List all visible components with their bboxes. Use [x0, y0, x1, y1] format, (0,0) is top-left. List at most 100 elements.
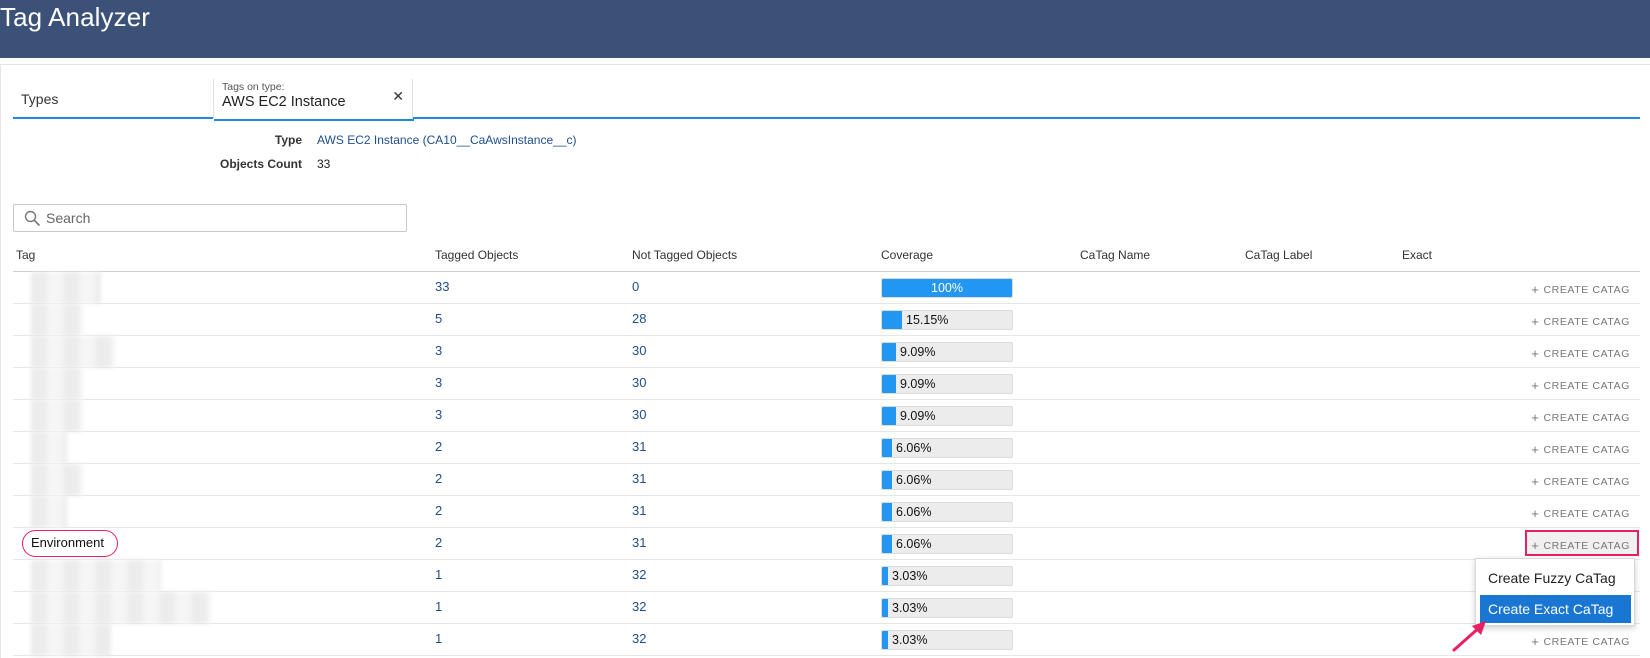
coverage-bar: 9.09%	[881, 406, 1013, 426]
not-tagged-count[interactable]: 32	[632, 631, 646, 646]
tagged-count[interactable]: 2	[435, 535, 442, 550]
create-catag-button[interactable]: + CREATE CATAG	[1531, 505, 1630, 521]
plus-icon: +	[1531, 442, 1540, 457]
tab-types[interactable]: Types	[21, 91, 58, 107]
table-row: 33 0 100% + CREATE CATAG	[13, 272, 1640, 304]
col-exact[interactable]: Exact	[1402, 248, 1432, 262]
coverage-text: 9.09%	[900, 377, 936, 391]
not-tagged-count[interactable]: 0	[632, 279, 639, 294]
redacted-tag	[31, 432, 67, 464]
tab-tags-on-type[interactable]: Tags on type: AWS EC2 Instance ✕	[213, 79, 414, 121]
table-row: 1 32 3.03%	[13, 560, 1640, 592]
col-catag-name[interactable]: CaTag Name	[1080, 248, 1150, 262]
not-tagged-count[interactable]: 31	[632, 439, 646, 454]
coverage-bar: 3.03%	[881, 566, 1013, 586]
plus-icon: +	[1531, 634, 1540, 649]
not-tagged-count[interactable]: 31	[632, 535, 646, 550]
tag-name: Environment	[31, 535, 104, 550]
not-tagged-count[interactable]: 30	[632, 407, 646, 422]
table-row: 1 32 3.03% + CREATE CATAG	[13, 624, 1640, 656]
coverage-bar: 3.03%	[881, 630, 1013, 650]
table-header: Tag Tagged Objects Not Tagged Objects Co…	[13, 244, 1640, 272]
search-box[interactable]	[13, 204, 407, 232]
not-tagged-count[interactable]: 30	[632, 375, 646, 390]
create-catag-button[interactable]: + CREATE CATAG	[1531, 633, 1630, 649]
create-catag-button[interactable]: + CREATE CATAG	[1531, 377, 1630, 393]
tagged-count[interactable]: 1	[435, 599, 442, 614]
plus-icon: +	[1531, 314, 1540, 329]
table-row: 3 30 9.09% + CREATE CATAG	[13, 336, 1640, 368]
table-row: 3 30 9.09% + CREATE CATAG	[13, 400, 1640, 432]
coverage-bar: 9.09%	[881, 342, 1013, 362]
create-catag-menu: Create Fuzzy CaTag Create Exact CaTag	[1475, 558, 1635, 626]
tagged-count[interactable]: 33	[435, 279, 449, 294]
col-not-tagged-objects[interactable]: Not Tagged Objects	[632, 248, 737, 262]
coverage-fill	[882, 631, 888, 649]
table-row: Environment 2 31 6.06% + CREATE CATAG	[13, 528, 1640, 560]
detail-type-value[interactable]: AWS EC2 Instance (CA10__CaAwsInstance__c…	[317, 133, 576, 147]
tagged-count[interactable]: 2	[435, 439, 442, 454]
coverage-fill	[882, 343, 896, 361]
not-tagged-count[interactable]: 28	[632, 311, 646, 326]
coverage-fill	[882, 471, 892, 489]
table-row: 2 31 6.06% + CREATE CATAG	[13, 464, 1640, 496]
plus-icon: +	[1531, 282, 1540, 297]
create-catag-button[interactable]: + CREATE CATAG	[1531, 409, 1630, 425]
create-catag-button[interactable]: + CREATE CATAG	[1531, 537, 1630, 553]
not-tagged-count[interactable]: 30	[632, 343, 646, 358]
col-coverage[interactable]: Coverage	[881, 248, 933, 262]
tab-caption: Tags on type:	[222, 81, 285, 93]
create-catag-label: CREATE CATAG	[1543, 476, 1630, 488]
col-tagged-objects[interactable]: Tagged Objects	[435, 248, 518, 262]
tagged-count[interactable]: 1	[435, 567, 442, 582]
pointer-arrow-annotation	[1452, 621, 1486, 652]
search-input[interactable]	[44, 207, 399, 229]
plus-icon: +	[1531, 346, 1540, 361]
table-row: 2 31 6.06% + CREATE CATAG	[13, 432, 1640, 464]
not-tagged-count[interactable]: 32	[632, 567, 646, 582]
coverage-fill	[882, 407, 896, 425]
coverage-bar: 15.15%	[881, 310, 1013, 330]
tagged-count[interactable]: 2	[435, 503, 442, 518]
not-tagged-count[interactable]: 31	[632, 503, 646, 518]
coverage-text: 100%	[931, 281, 963, 295]
redacted-tag	[31, 368, 83, 400]
tagged-count[interactable]: 3	[435, 375, 442, 390]
table-row: 5 28 15.15% + CREATE CATAG	[13, 304, 1640, 336]
menu-item-create-exact-catag[interactable]: Create Exact CaTag	[1480, 595, 1631, 623]
create-catag-label: CREATE CATAG	[1543, 316, 1630, 328]
tagged-count[interactable]: 5	[435, 311, 442, 326]
create-catag-label: CREATE CATAG	[1543, 348, 1630, 360]
create-catag-label: CREATE CATAG	[1543, 444, 1630, 456]
coverage-bar: 6.06%	[881, 534, 1013, 554]
detail-count-value: 33	[317, 157, 331, 171]
search-icon	[24, 210, 40, 226]
col-catag-label[interactable]: CaTag Label	[1245, 248, 1312, 262]
not-tagged-count[interactable]: 31	[632, 471, 646, 486]
create-catag-label: CREATE CATAG	[1543, 540, 1630, 552]
tagged-count[interactable]: 1	[435, 631, 442, 646]
menu-item-create-fuzzy-catag[interactable]: Create Fuzzy CaTag	[1480, 564, 1631, 592]
create-catag-button[interactable]: + CREATE CATAG	[1531, 313, 1630, 329]
close-icon[interactable]: ✕	[392, 88, 404, 105]
coverage-bar: 100%	[881, 278, 1013, 298]
col-tag[interactable]: Tag	[16, 248, 35, 262]
not-tagged-count[interactable]: 32	[632, 599, 646, 614]
tagged-count[interactable]: 3	[435, 407, 442, 422]
create-catag-button[interactable]: + CREATE CATAG	[1531, 473, 1630, 489]
detail-count-label: Objects Count	[219, 157, 302, 171]
plus-icon: +	[1531, 506, 1540, 521]
plus-icon: +	[1531, 378, 1540, 393]
create-catag-button[interactable]: + CREATE CATAG	[1531, 441, 1630, 457]
coverage-fill	[882, 439, 892, 457]
create-catag-button[interactable]: + CREATE CATAG	[1531, 345, 1630, 361]
tagged-count[interactable]: 2	[435, 471, 442, 486]
app-header: Tag Analyzer	[0, 0, 1650, 58]
tab-value: AWS EC2 Instance	[222, 94, 346, 110]
redacted-tag	[31, 560, 161, 592]
table-row: 1 32 3.03%	[13, 592, 1640, 624]
tagged-count[interactable]: 3	[435, 343, 442, 358]
create-catag-button[interactable]: + CREATE CATAG	[1531, 281, 1630, 297]
redacted-tag	[31, 336, 115, 368]
coverage-fill	[882, 311, 902, 329]
